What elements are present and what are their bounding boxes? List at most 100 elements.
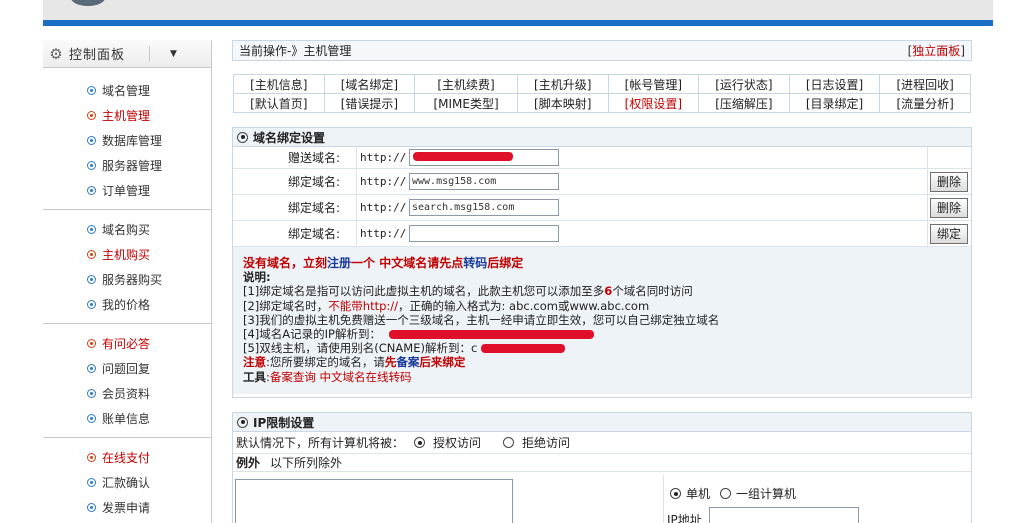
redacted-mark — [413, 152, 513, 161]
chevron-down-icon[interactable]: ▼ — [170, 49, 177, 59]
tab-host-renewal[interactable]: [主机续费] — [414, 74, 518, 94]
deny-access-radio[interactable]: 拒绝访问 — [503, 434, 570, 451]
radio-selected-icon — [670, 488, 681, 499]
binding-notes: 没有域名，立刻注册一个 中文域名请先点转码后绑定 说明: [1]绑定域名是指可以… — [233, 247, 971, 394]
single-host-radio[interactable]: 单机 — [670, 485, 710, 502]
radio-unselected-icon — [720, 488, 732, 499]
except-text: 以下所列除外 — [270, 456, 343, 470]
register-link[interactable]: 注册 — [327, 256, 351, 270]
tab-directory-binding[interactable]: [目录绑定] — [788, 93, 881, 113]
standalone-panel-label: 独立面板 — [912, 44, 961, 58]
notes-attention: 注意:您所要绑定的域名，请先备案后来绑定 — [243, 355, 971, 369]
sidebar-item-label: 主机购买 — [102, 248, 151, 262]
sidebar-item-database-management[interactable]: 数据库管理 — [43, 128, 211, 153]
sidebar-item-label: 我的价格 — [102, 298, 151, 312]
sidebar-item-host-purchase[interactable]: 主机购买 — [43, 242, 211, 267]
allow-access-label: 授权访问 — [433, 436, 482, 450]
bullet-icon — [87, 225, 96, 234]
filing-link[interactable]: 备案 — [396, 355, 419, 369]
bullet-icon — [87, 86, 96, 95]
single-host-label: 单机 — [686, 487, 711, 501]
bullet-icon — [87, 300, 96, 309]
note-emphasis: 先 — [384, 355, 397, 370]
sidebar-item-my-price[interactable]: 我的价格 — [43, 292, 211, 317]
ip-address-input[interactable] — [709, 507, 859, 523]
tab-script-mapping[interactable]: [脚本映射] — [516, 93, 609, 113]
notes-headline-text: 没有域名，立刻 — [243, 256, 328, 270]
sidebar-item-domain-purchase[interactable]: 域名购买 — [43, 217, 211, 242]
sidebar-item-remittance-confirm[interactable]: 汇款确认 — [43, 470, 211, 495]
domain-row-1: 绑定域名: http:// www.msg158.com 删除 — [233, 169, 971, 195]
bound-domain-field[interactable]: www.msg158.com — [409, 173, 559, 190]
tab-default-page[interactable]: [默认首页] — [233, 93, 325, 113]
note-warning: 不能带http:// — [328, 298, 399, 313]
control-panel-header[interactable]: ⚙ 控制面板 ▼ — [43, 40, 211, 68]
sidebar-item-host-management[interactable]: 主机管理 — [43, 103, 211, 128]
sidebar-item-label: 域名购买 — [102, 223, 151, 237]
delete-button[interactable]: 删除 — [930, 171, 968, 192]
standalone-panel-link[interactable]: [独立面板] — [908, 42, 965, 59]
bullet-icon — [87, 389, 96, 398]
note-text: [4]域名A记录的IP解析到： — [243, 327, 381, 342]
tab-account-management[interactable]: [帐号管理] — [607, 74, 700, 94]
tab-mime-types[interactable]: [MIME类型] — [414, 93, 518, 113]
function-tabs: [主机信息] [域名绑定] [主机续费] [主机升级] [帐号管理] [运行状态… — [233, 74, 971, 113]
allow-access-radio[interactable]: 授权访问 — [414, 434, 481, 451]
tab-host-info[interactable]: [主机信息] — [233, 74, 325, 94]
tab-host-upgrade[interactable]: [主机升级] — [516, 74, 609, 94]
sidebar-item-faq[interactable]: 有问必答 — [43, 331, 211, 356]
sidebar: ⚙ 控制面板 ▼ 域名管理 主机管理 数据库管理 服务器管理 订单管理 域名购买… — [43, 40, 212, 523]
redacted-mark — [481, 344, 565, 354]
divider — [927, 195, 928, 220]
http-prefix: http:// — [360, 175, 407, 188]
tab-error-pages[interactable]: [错误提示] — [323, 93, 416, 113]
http-prefix: http:// — [360, 151, 407, 164]
sidebar-item-label: 数据库管理 — [102, 134, 163, 148]
notes-headline: 没有域名，立刻注册一个 中文域名请先点转码后绑定 — [243, 256, 971, 270]
host-group-radio[interactable]: 一组计算机 — [720, 485, 796, 502]
note-text: [5]双线主机，请使用别名(CNAME)解析到：c — [243, 341, 478, 356]
tab-run-status[interactable]: [运行状态] — [698, 74, 790, 94]
sidebar-item-domain-management[interactable]: 域名管理 — [43, 78, 211, 103]
bind-button[interactable]: 绑定 — [930, 223, 968, 244]
delete-button[interactable]: 删除 — [930, 197, 968, 218]
tab-domain-binding[interactable]: [域名绑定] — [323, 74, 416, 94]
new-domain-input[interactable] — [409, 225, 559, 242]
bullet-icon — [87, 161, 96, 170]
tab-log-settings[interactable]: [日志设置] — [788, 74, 881, 94]
control-panel-title: 控制面板 — [69, 48, 126, 63]
tab-process-recycle[interactable]: [进程回收] — [879, 74, 971, 94]
ip-add-panel: 单机 一组计算机 IP地址 — [663, 475, 971, 523]
ip-except-row: 例外 以下所列除外 — [233, 454, 971, 472]
sidebar-item-label: 服务器管理 — [102, 159, 163, 173]
transcode-link[interactable]: 转码 — [463, 256, 487, 270]
bound-domain-field[interactable]: search.msg158.com — [409, 199, 559, 216]
bullet-icon — [87, 414, 96, 423]
bullet-icon — [87, 250, 96, 259]
domain-row-new: 绑定域名: http:// 绑定 — [233, 221, 971, 247]
tab-traffic-analysis[interactable]: [流量分析] — [879, 93, 971, 113]
note-text: [2]绑定域名时， — [243, 298, 329, 313]
sidebar-item-billing[interactable]: 账单信息 — [43, 406, 211, 431]
sidebar-item-member-profile[interactable]: 会员资料 — [43, 381, 211, 406]
sidebar-item-label: 问题回复 — [102, 362, 151, 376]
notes-desc-label: 说明: — [243, 270, 971, 284]
tab-compress-extract[interactable]: [压缩解压] — [698, 93, 790, 113]
host-group-label: 一组计算机 — [736, 487, 797, 501]
sidebar-item-order-management[interactable]: 订单管理 — [43, 178, 211, 203]
nav-group-management: 域名管理 主机管理 数据库管理 服务器管理 订单管理 — [43, 71, 211, 210]
sidebar-item-server-purchase[interactable]: 服务器购买 — [43, 267, 211, 292]
domain-row-gift: 赠送域名: http:// — [233, 147, 971, 169]
sidebar-item-server-management[interactable]: 服务器管理 — [43, 153, 211, 178]
sidebar-item-online-payment[interactable]: 在线支付 — [43, 445, 211, 470]
domain-row-2: 绑定域名: http:// search.msg158.com 删除 — [233, 195, 971, 221]
divider — [927, 147, 928, 168]
sidebar-item-question-reply[interactable]: 问题回复 — [43, 356, 211, 381]
sidebar-item-invoice-request[interactable]: 发票申请 — [43, 495, 211, 520]
ip-exception-list[interactable] — [235, 479, 513, 523]
filing-query-link[interactable]: 备案查询 — [270, 370, 316, 384]
desc-label: 说明: — [243, 270, 271, 285]
chinese-domain-transcode-link[interactable]: 中文域名在线转码 — [320, 370, 412, 384]
bullet-icon — [87, 503, 96, 512]
tab-permission-settings[interactable]: [权限设置] — [607, 93, 700, 113]
